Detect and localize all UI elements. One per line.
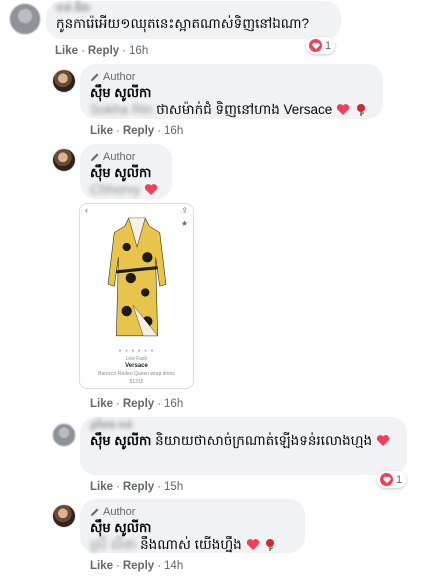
author-name[interactable]: ស៊ឹម សូលីកា <box>90 164 160 181</box>
comment-bubble: Author ស៊ឹម សូលីកា ស្រី លីនា នឹងណាស់ យើង… <box>80 499 305 553</box>
share-icon: ⇪ <box>181 206 188 215</box>
comment-text: ស្រី លីនា នឹងណាស់ យើងហ្នឹង <box>90 536 293 554</box>
product-price: $1315 <box>129 379 144 385</box>
commenter-name[interactable]: ស្រីនាង ចាន់ <box>90 420 395 431</box>
comment-bubble: ស្រីនាង ចាន់ ស៊ឹម សូលីកា និយាយថាសាច់ក្រណ… <box>80 417 407 475</box>
author-avatar[interactable] <box>52 69 76 93</box>
dress-illustration <box>107 217 167 337</box>
timestamp[interactable]: 15h <box>164 481 183 493</box>
rose-emoji <box>266 539 275 551</box>
star-icon: ★ <box>180 219 188 228</box>
author-badge: Author <box>90 70 371 84</box>
reaction-count-text: 1 <box>325 39 332 52</box>
comment-bubble: Author ស៊ឹម សូលីកា Chhorvy <box>80 144 172 199</box>
reply-button[interactable]: Reply <box>123 398 154 410</box>
timestamp[interactable]: 14h <box>164 560 183 572</box>
pencil-icon <box>91 153 99 161</box>
timestamp[interactable]: 16h <box>164 125 183 137</box>
comment-text-body: នឹងណាស់ យើងហ្នឹង <box>140 537 242 552</box>
like-button[interactable]: Like <box>90 560 113 572</box>
comment-text: Sokha Rin ថាសម៉ាក់ជំ ទិញនៅហាង Versace <box>90 101 371 119</box>
like-button[interactable]: Like <box>90 481 113 493</box>
pencil-icon <box>91 73 99 81</box>
heart-reaction-icon <box>380 473 393 486</box>
commenter-avatar[interactable] <box>9 3 41 35</box>
product-title: Barocco Rodeo Queen wrap dress <box>98 371 175 377</box>
red-heart-emoji <box>376 435 390 446</box>
reply-button[interactable]: Reply <box>88 45 119 57</box>
red-heart-emoji <box>336 104 350 115</box>
comment-text-body: និយាយថាសាច់ក្រណាត់ឡើងទន់រលោងហ្មង <box>155 433 373 448</box>
comment-actions: Like · Reply · 15h <box>90 481 184 493</box>
product-brand: Versace <box>125 363 148 369</box>
reaction-count-text: 1 <box>396 473 403 486</box>
comment-bubble: Author ស៊ឹម សូលីកា Sokha Rin ថាសម៉ាក់ជំ … <box>80 64 383 119</box>
author-avatar[interactable] <box>52 148 76 172</box>
reaction-count[interactable]: 1 <box>377 471 407 488</box>
rose-emoji <box>356 104 365 116</box>
comment-actions: Like · Reply · 16h <box>90 398 184 410</box>
pencil-icon <box>91 508 99 516</box>
red-heart-emoji <box>246 539 259 550</box>
carousel-dots: ● ● ● ● ● ● <box>118 348 155 354</box>
timestamp[interactable]: 16h <box>164 398 183 410</box>
comment-text: កូនការ៉េអើយ១ឈុតនេះស្អាតណាស់ទិញនៅឯណា? <box>56 16 310 31</box>
author-badge: Author <box>90 150 160 164</box>
like-button[interactable]: Like <box>90 398 113 410</box>
comment-text: Chhorvy <box>90 181 160 199</box>
hidden-name: ស្រី លីនា <box>90 537 137 552</box>
hidden-name: Sokha Rin <box>90 102 153 117</box>
timestamp[interactable]: 16h <box>129 45 148 57</box>
commenter-avatar[interactable] <box>52 423 76 447</box>
comment-text: ស៊ឹម សូលីកា និយាយថាសាច់ក្រណាត់ឡើងទន់រលោង… <box>90 431 395 451</box>
like-button[interactable]: Like <box>55 45 78 57</box>
comment-text-body: ថាសម៉ាក់ជំ ទិញនៅហាង Versace <box>156 102 333 117</box>
reply-button[interactable]: Reply <box>123 125 154 137</box>
tagged-author-name[interactable]: ស៊ឹម សូលីកា <box>90 433 151 448</box>
author-name[interactable]: ស៊ឹម សូលីកា <box>90 84 371 101</box>
reply-button[interactable]: Reply <box>123 560 154 572</box>
comment-actions: Like · Reply · 16h <box>55 45 149 57</box>
product-source: Low Fash <box>125 356 148 362</box>
comment-bubble: ចាន់ នីតា កូនការ៉េអើយ១ឈុតនេះស្អាតណាស់ទិញ… <box>46 1 341 39</box>
author-name[interactable]: ស៊ឹម សូលីកា <box>90 519 293 536</box>
like-button[interactable]: Like <box>90 125 113 137</box>
author-avatar[interactable] <box>52 504 76 528</box>
comment-actions: Like · Reply · 16h <box>90 125 184 137</box>
comment-actions: Like · Reply · 14h <box>90 560 184 572</box>
red-heart-emoji <box>144 184 158 195</box>
commenter-name[interactable]: ចាន់ នីតា <box>56 3 329 15</box>
reaction-count[interactable]: 1 <box>306 37 336 54</box>
heart-reaction-icon <box>309 39 322 52</box>
attached-product-image[interactable]: ‹ ⇪ ★ ● ● ● ● ● ● Low Fash Versace Baroc… <box>79 203 194 389</box>
reply-button[interactable]: Reply <box>123 481 154 493</box>
hidden-name: Chhorvy <box>90 182 141 197</box>
author-badge: Author <box>90 505 293 519</box>
back-icon: ‹ <box>85 205 88 215</box>
